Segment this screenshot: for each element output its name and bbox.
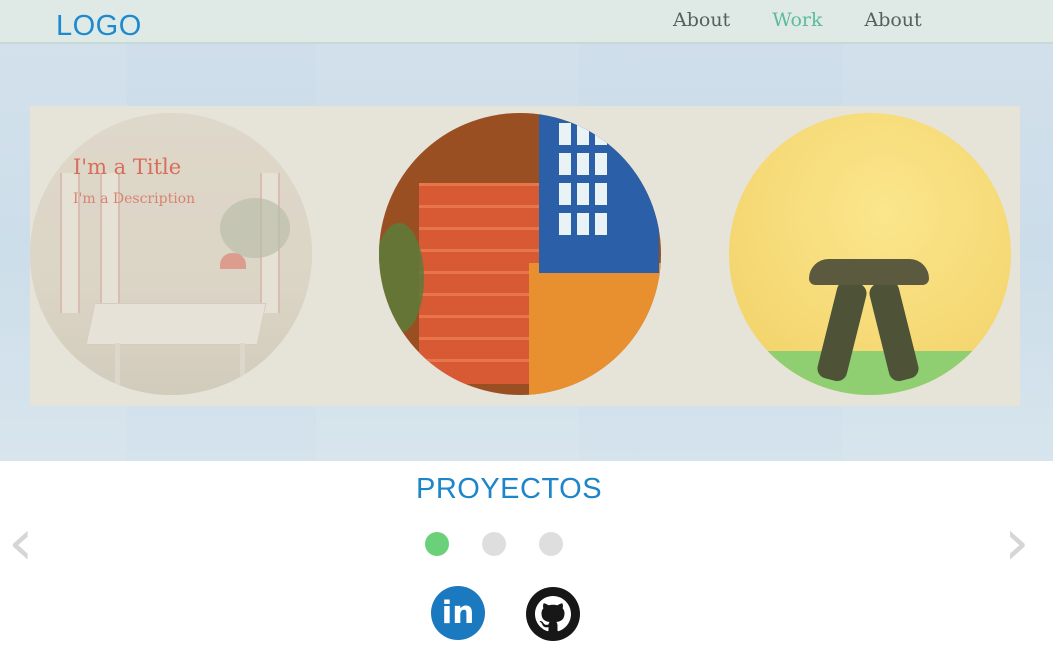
gallery-item-red-stairs[interactable] [379,113,661,395]
projects-section: PROYECTOS ‹ › in [0,461,1053,665]
red-stairs-image [379,113,661,395]
linkedin-icon-text: in [441,595,475,631]
gallery-item-description: I'm a Description [73,191,196,207]
linkedin-icon[interactable]: in [431,586,485,640]
main-nav: About Work About [673,9,922,31]
green-stool-image [729,113,1011,395]
site-header: LOGO About Work About [0,0,1053,44]
hero-band: I'm a Title I'm a Description [0,44,1053,461]
logo[interactable]: LOGO [56,10,142,43]
nav-item-about-2[interactable]: About [864,9,921,31]
gallery-item-dining-room[interactable]: I'm a Title I'm a Description [30,113,312,395]
pagination-dot-1[interactable] [425,532,449,556]
gallery-strip: I'm a Title I'm a Description [30,106,1020,406]
nav-item-about[interactable]: About [673,9,730,31]
pagination-dot-2[interactable] [482,532,506,556]
github-icon[interactable] [526,587,580,641]
section-title: PROYECTOS [416,473,603,505]
gallery-item-title: I'm a Title [73,155,182,179]
nav-item-work[interactable]: Work [772,9,822,31]
pagination-dot-3[interactable] [539,532,563,556]
chevron-left-icon[interactable]: ‹ [8,511,34,575]
gallery-item-green-stool[interactable] [729,113,1011,395]
chevron-right-icon[interactable]: › [1004,511,1030,575]
